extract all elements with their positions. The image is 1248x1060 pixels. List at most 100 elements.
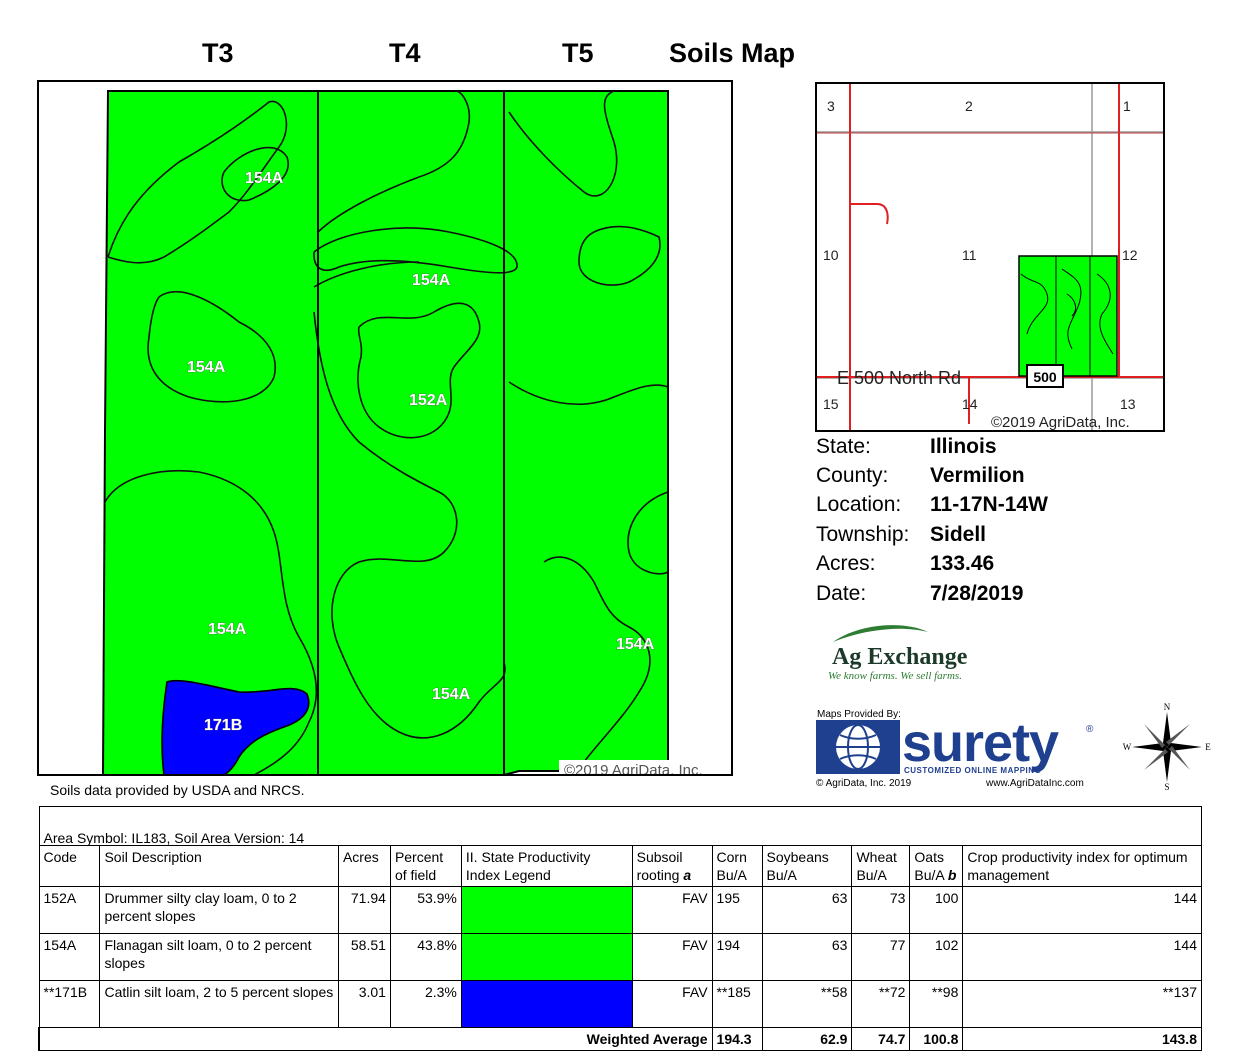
weighted-wheat: 74.7 xyxy=(851,1027,911,1051)
column-label-t3: T3 xyxy=(202,38,234,68)
info-township: Township: Sidell xyxy=(816,523,987,546)
compass-rose-icon: N E S W xyxy=(1123,702,1212,792)
ag-exchange-swoosh-icon xyxy=(833,625,928,642)
cell-crop-index: **137 xyxy=(962,980,1202,1028)
section-number: 1 xyxy=(1123,98,1131,114)
header-wheat: Wheat Bu/A xyxy=(851,845,911,887)
info-state: State: Illinois xyxy=(816,435,997,458)
surety-wordmark: surety xyxy=(902,713,1059,773)
weighted-oats: 100.8 xyxy=(909,1027,964,1051)
cell-corn: 195 xyxy=(711,886,763,934)
table-row: **171B Catlin silt loam, 2 to 5 percent … xyxy=(38,980,1202,1028)
cell-subsoil: FAV xyxy=(631,980,713,1028)
header-oats: Oats Bu/A b xyxy=(909,845,964,887)
weighted-soybeans: 62.9 xyxy=(761,1027,853,1051)
cell-percent: 2.3% xyxy=(389,980,462,1028)
section-number: 3 xyxy=(827,98,835,114)
soil-label: 154A xyxy=(432,686,471,703)
cell-acres: 58.51 xyxy=(337,933,391,981)
cell-corn: 194 xyxy=(711,933,763,981)
compass-rose: N E S W xyxy=(1122,702,1212,792)
globe-icon xyxy=(816,720,900,774)
area-symbol: Area Symbol: IL183, Soil Area Version: 1… xyxy=(38,831,1202,846)
cell-wheat: 73 xyxy=(851,886,911,934)
cell-code: **171B xyxy=(38,980,101,1028)
cell-percent: 43.8% xyxy=(389,933,462,981)
header-crop-index: Crop productivity index for optimum mana… xyxy=(962,845,1202,887)
surety-subtitle: CUSTOMIZED ONLINE MAPPING xyxy=(904,766,1042,775)
cell-acres: 3.01 xyxy=(337,980,391,1028)
section-number: 10 xyxy=(823,247,839,263)
cell-description: Flanagan silt loam, 0 to 2 percent slope… xyxy=(99,933,339,981)
soils-map[interactable]: 154A 154A 154A 152A 154A 154A 154A 171B … xyxy=(37,80,733,776)
header-acres: Acres xyxy=(337,845,391,887)
section-number: 12 xyxy=(1122,247,1138,263)
section-number: 11 xyxy=(962,247,977,263)
compass-w: W xyxy=(1123,742,1132,752)
cell-wheat: 77 xyxy=(851,933,911,981)
info-acres: Acres: 133.46 xyxy=(816,552,995,575)
weighted-crop-index: 143.8 xyxy=(962,1027,1202,1051)
info-date: Date: 7/28/2019 xyxy=(816,582,1024,605)
table-spacer-row xyxy=(38,806,1202,831)
header-legend: II. State Productivity Index Legend xyxy=(460,845,633,887)
map-copyright: ©2019 AgriData, Inc. xyxy=(564,762,703,774)
location-map[interactable]: 500 E 500 North Rd 3 2 1 10 11 12 15 14 … xyxy=(815,82,1165,432)
weighted-average-row: Weighted Average 194.3 62.9 74.7 100.8 1… xyxy=(37,1027,1202,1051)
cell-soybeans: 63 xyxy=(761,886,853,934)
soil-table: Area Symbol: IL183, Soil Area Version: 1… xyxy=(37,806,1202,1051)
compass-e: E xyxy=(1205,742,1211,752)
agridata-website[interactable]: www.AgriDataInc.com xyxy=(986,778,1084,789)
ag-exchange-name: Ag Exchange xyxy=(832,644,968,670)
weighted-corn: 194.3 xyxy=(711,1027,763,1051)
ag-exchange-logo[interactable]: Ag Exchange We know farms. We sell farms… xyxy=(820,622,1000,692)
legend-swatch-green xyxy=(460,886,633,934)
cell-code: 152A xyxy=(38,886,101,934)
header-percent: Percent of field xyxy=(389,845,462,887)
maps-provided-by: Maps Provided By: xyxy=(817,709,901,720)
cell-oats: 102 xyxy=(909,933,964,981)
cell-corn: **185 xyxy=(711,980,763,1028)
cell-oats: **98 xyxy=(909,980,964,1028)
weighted-average-label: Weighted Average xyxy=(37,1027,713,1051)
road-label: E 500 North Rd xyxy=(837,368,961,388)
field-parcel xyxy=(1018,255,1118,377)
compass-n: N xyxy=(1164,702,1171,712)
registered-mark: ® xyxy=(1086,724,1094,735)
section-number: 14 xyxy=(962,396,978,412)
header-subsoil: Subsoil rooting a xyxy=(631,845,713,887)
soils-map-canvas: 154A 154A 154A 152A 154A 154A 154A 171B … xyxy=(102,90,729,774)
agridata-copyright: © AgriData, Inc. 2019 xyxy=(816,778,912,789)
location-map-copyright: ©2019 AgriData, Inc. xyxy=(991,414,1130,430)
cell-subsoil: FAV xyxy=(631,933,713,981)
legend-swatch-green xyxy=(460,933,633,981)
cell-wheat: **72 xyxy=(851,980,911,1028)
legend-swatch-blue xyxy=(460,980,633,1028)
table-row: 152A Drummer silty clay loam, 0 to 2 per… xyxy=(38,886,1202,934)
header-soybeans: Soybeans Bu/A xyxy=(761,845,853,887)
field-boundary xyxy=(102,90,669,774)
header-corn: Corn Bu/A xyxy=(711,845,763,887)
table-row: 154A Flanagan silt loam, 0 to 2 percent … xyxy=(38,933,1202,981)
cell-subsoil: FAV xyxy=(631,886,713,934)
cell-description: Catlin silt loam, 2 to 5 percent slopes xyxy=(99,980,339,1028)
cell-soybeans: **58 xyxy=(761,980,853,1028)
cell-percent: 53.9% xyxy=(389,886,462,934)
cell-crop-index: 144 xyxy=(962,886,1202,934)
soil-label: 154A xyxy=(208,621,247,638)
column-label-t5: T5 xyxy=(562,38,594,68)
location-map-canvas: 500 E 500 North Rd 3 2 1 10 11 12 15 14 … xyxy=(817,84,1163,430)
soil-data-source: Soils data provided by USDA and NRCS. xyxy=(50,782,305,798)
soil-label: 154A xyxy=(187,359,226,376)
info-county: County: Vermilion xyxy=(816,464,1025,487)
cell-oats: 100 xyxy=(909,886,964,934)
cell-code: 154A xyxy=(38,933,101,981)
soil-label: 154A xyxy=(412,272,451,289)
soil-label: 154A xyxy=(616,636,655,653)
table-area-row: Area Symbol: IL183, Soil Area Version: 1… xyxy=(38,831,1202,846)
section-number: 2 xyxy=(965,98,973,114)
compass-s: S xyxy=(1164,782,1169,792)
section-number: 15 xyxy=(823,396,839,412)
soil-label: 171B xyxy=(204,717,242,734)
header-description: Soil Description xyxy=(99,845,339,887)
